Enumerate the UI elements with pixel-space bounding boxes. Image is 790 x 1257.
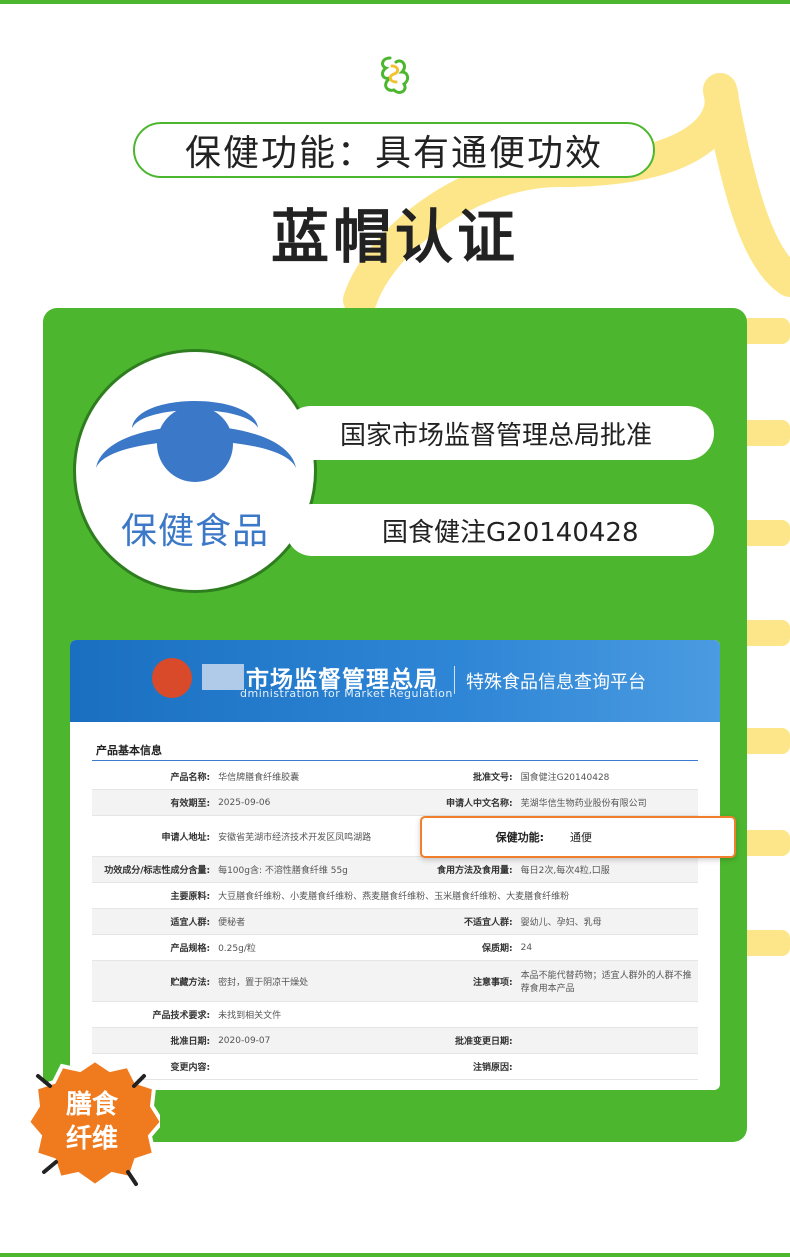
- table-row: 有效期至: 2025-09-06 申请人中文名称: 芜湖华信生物药业股份有限公司: [92, 789, 698, 816]
- row-value: 每日2次,每次4粒,口服: [516, 856, 698, 883]
- table-row: 批准日期: 2020-09-07 批准变更日期:: [92, 1027, 698, 1054]
- row-value: 芜湖华信生物药业股份有限公司: [516, 789, 698, 816]
- table-row: 产品规格: 0.25g/粒 保质期: 24: [92, 934, 698, 961]
- bottom-accent-bar: [0, 1253, 790, 1257]
- row-value: 未找到相关文件: [214, 1001, 395, 1028]
- row-label: [394, 1001, 517, 1028]
- approval-authority-pill: 国家市场监督管理总局批准: [284, 406, 714, 460]
- row-label: 申请人中文名称:: [394, 789, 517, 816]
- row-label: 注销原因:: [394, 1053, 517, 1080]
- badge-line-2: 纤维: [65, 1124, 118, 1154]
- row-label: 保质期:: [394, 934, 517, 961]
- registry-screenshot-card: 市场监督管理总局 dministration for Market Regula…: [70, 640, 720, 1090]
- row-label: 适宜人群:: [92, 908, 215, 935]
- blue-hat-logo: 保健食品: [73, 349, 317, 593]
- row-label: 批准日期:: [92, 1027, 215, 1054]
- health-function-pill: 保健功能：具有通便功效: [133, 122, 655, 178]
- row-value: 24: [516, 934, 698, 961]
- row-value: 大豆膳食纤维粉、小麦膳食纤维粉、燕麦膳食纤维粉、玉米膳食纤维粉、大麦膳食纤维粉: [214, 882, 698, 909]
- table-row: 产品技术要求: 未找到相关文件: [92, 1001, 698, 1028]
- row-value: [214, 1053, 395, 1080]
- section-divider: [92, 760, 698, 761]
- table-row: 产品名称: 华信牌膳食纤维胶囊 批准文号: 国食健注G20140428: [92, 764, 698, 790]
- section-title: 产品基本信息: [96, 744, 162, 757]
- row-label: 批准文号:: [394, 764, 517, 790]
- row-label: 申请人地址:: [92, 815, 215, 857]
- header-divider: [454, 666, 455, 694]
- approval-authority-text: 国家市场监督管理总局批准: [340, 420, 653, 451]
- row-label: 产品名称:: [92, 764, 215, 790]
- row-label: 产品技术要求:: [92, 1001, 215, 1028]
- table-row: 功效成分/标志性成分含量: 每100g含: 不溶性膳食纤维 55g 食用方法及食用量…: [92, 856, 698, 883]
- registry-header: 市场监督管理总局 dministration for Market Regula…: [70, 640, 720, 722]
- row-value: 华信牌膳食纤维胶囊: [214, 764, 395, 790]
- health-function-text: 保健功能：具有通便功效: [184, 133, 603, 174]
- agency-name-english: dministration for Market Regulation: [240, 687, 453, 700]
- table-row: 主要原料: 大豆膳食纤维粉、小麦膳食纤维粉、燕麦膳食纤维粉、玉米膳食纤维粉、大麦膳…: [92, 882, 698, 909]
- row-value: 2025-09-06: [214, 789, 395, 816]
- row-label: 批准变更日期:: [394, 1027, 517, 1054]
- row-label: 产品规格:: [92, 934, 215, 961]
- badge-label: 膳食 纤维: [30, 1088, 154, 1156]
- highlight-label: 保健功能:: [495, 831, 544, 844]
- product-info-table: 产品名称: 华信牌膳食纤维胶囊 批准文号: 国食健注G20140428 有效期至: 202…: [92, 764, 698, 1080]
- row-label: 食用方法及食用量:: [394, 856, 517, 883]
- registration-number-text: 国食健注G20140428: [382, 517, 639, 548]
- certification-title: 蓝帽认证: [270, 203, 519, 271]
- table-row: 变更内容: 注销原因:: [92, 1053, 698, 1080]
- intestine-icon: [381, 56, 410, 94]
- logo-label: 保健食品: [120, 511, 269, 552]
- registration-number-pill: 国食健注G20140428: [286, 504, 714, 556]
- blue-hat-health-food-icon: [96, 401, 296, 482]
- table-row: 适宜人群: 便秘者 不适宜人群: 婴幼儿、孕妇、乳母: [92, 908, 698, 935]
- row-value: 每100g含: 不溶性膳食纤维 55g: [214, 856, 395, 883]
- national-emblem-icon: [152, 658, 192, 698]
- row-label: 注意事项:: [394, 960, 517, 1002]
- row-value: 0.25g/粒: [214, 934, 395, 961]
- badge-line-1: 膳食: [65, 1090, 118, 1120]
- row-label: 功效成分/标志性成分含量:: [92, 856, 215, 883]
- row-value: 2020-09-07: [214, 1027, 395, 1054]
- row-label: 有效期至:: [92, 789, 215, 816]
- platform-name: 特殊食品信息查询平台: [466, 672, 646, 693]
- row-value: 安徽省芜湖市经济技术开发区凤鸣湖路: [214, 815, 395, 857]
- row-value: 国食健注G20140428: [516, 764, 698, 790]
- row-value: [516, 1053, 698, 1080]
- row-value: [516, 1027, 698, 1054]
- row-value: 本品不能代替药物；适宜人群外的人群不推荐食用本产品: [516, 960, 698, 1002]
- row-value: 密封，置于阴凉干燥处: [214, 960, 395, 1002]
- row-label: 贮藏方法:: [92, 960, 215, 1002]
- health-function-highlight: 保健功能: 通便: [420, 816, 736, 858]
- row-value: 便秘者: [214, 908, 395, 935]
- row-value: [516, 1001, 698, 1028]
- highlight-value: 通便: [570, 831, 592, 844]
- row-label: 不适宜人群:: [394, 908, 517, 935]
- row-label: 主要原料:: [92, 882, 215, 909]
- table-row: 贮藏方法: 密封，置于阴凉干燥处 注意事项: 本品不能代替药物；适宜人群外的人群不推荐…: [92, 960, 698, 1002]
- blurred-text: [202, 664, 244, 690]
- row-value: 婴幼儿、孕妇、乳母: [516, 908, 698, 935]
